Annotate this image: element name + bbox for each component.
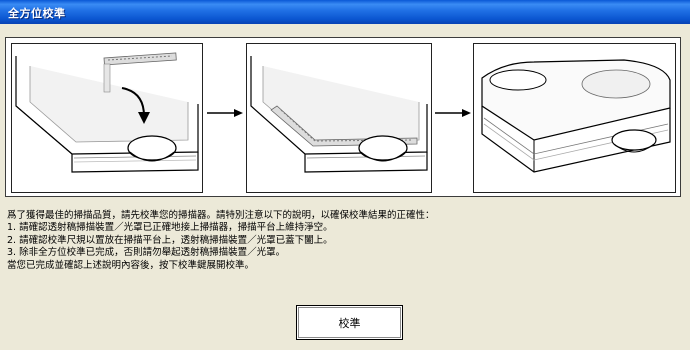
instructions-item-1: 1. 請確認透射稿掃描裝置／光罩已正確地接上掃描器，掃描平台上維持淨空。 — [7, 222, 333, 234]
instructions-outro: 當您已完成並確認上述說明內容後，按下校準鍵展開校準。 — [7, 259, 255, 271]
scanner-lid-closed-icon — [481, 59, 671, 173]
title-bar[interactable]: 全方位校準 — [0, 0, 690, 24]
step-3-panel — [473, 43, 676, 193]
instructions-text: 爲了獲得最佳的掃描品質，請先校準您的掃描器。請特別注意以下的說明，以確保校準結果… — [7, 210, 683, 272]
scanner-ruler-placed-icon — [250, 56, 428, 173]
calibration-illustration — [5, 37, 681, 197]
window-title: 全方位校準 — [8, 7, 66, 20]
right-arrow-icon — [434, 108, 472, 118]
instructions-item-3: 3. 除非全方位校準已完成，否則請勿舉起透射稿掃描裝置／光罩。 — [7, 247, 286, 259]
right-arrow-icon — [206, 108, 244, 118]
calibration-window: 全方位校準 爲了獲得最佳的掃描品質，請先校準您的掃描器。請特別注意以下的說明，以… — [0, 0, 690, 350]
step-2-panel — [246, 43, 432, 193]
calibrate-button[interactable]: 校準 — [296, 305, 403, 340]
instructions-item-2: 2. 請確認校準尺規以置放在掃描平台上，透射稿掃描裝置／光罩已蓋下闔上。 — [7, 234, 333, 246]
instructions-intro: 爲了獲得最佳的掃描品質，請先校準您的掃描器。請特別注意以下的說明，以確保校準結果… — [7, 210, 435, 221]
step-1-panel — [11, 43, 203, 193]
scanner-placing-ruler-icon — [15, 52, 199, 173]
